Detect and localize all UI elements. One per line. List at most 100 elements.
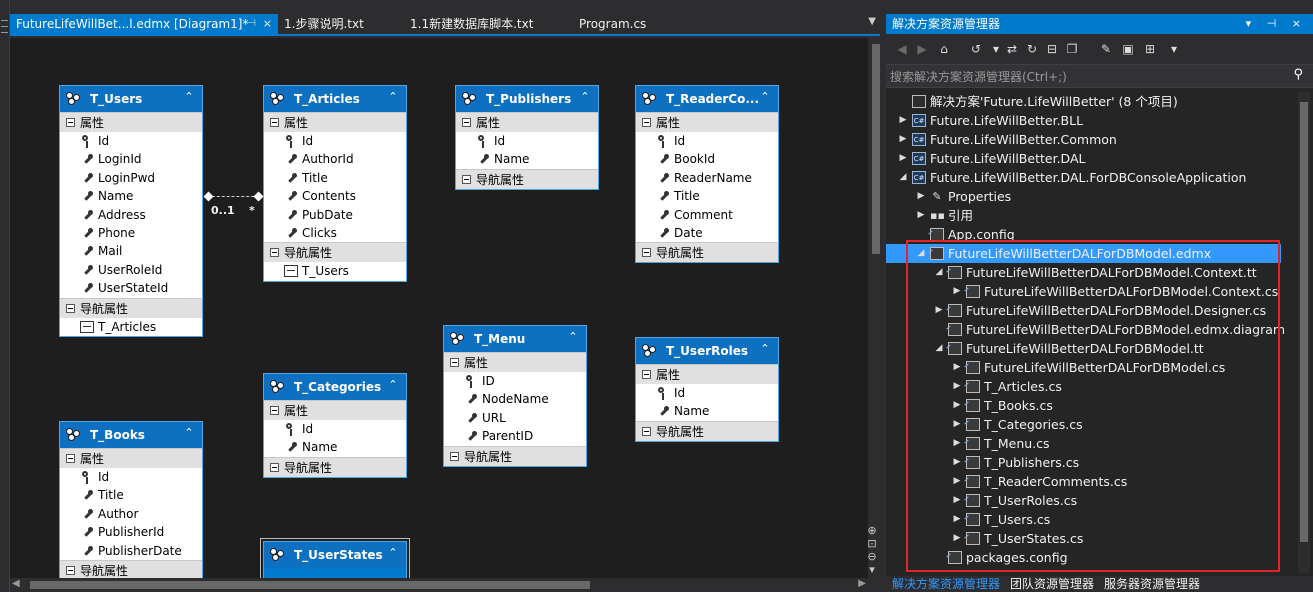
entity-header[interactable]: T_ReaderCo... ⌃	[636, 86, 778, 112]
tree-node[interactable]: ▶ T_Users.cs	[886, 510, 1281, 529]
properties-section[interactable]: 属性	[264, 400, 406, 420]
collapse-icon[interactable]: ⌃	[578, 90, 592, 104]
scroll-thumb[interactable]	[872, 44, 880, 254]
property-row[interactable]: Title	[60, 486, 202, 504]
association-end-right[interactable]	[253, 191, 264, 202]
tab-edmx-diagram[interactable]: FutureLifeWillBet...l.edmx [Diagram1]* ⊣…	[10, 14, 278, 34]
entity-t-menu[interactable]: T_Menu ⌃ 属性 ID NodeName URL ParentID 导航属性	[443, 325, 587, 467]
search-icon[interactable]: ⚲	[1293, 67, 1303, 82]
class-diagram-icon[interactable]: ⊞	[1142, 41, 1158, 57]
expander-icon[interactable]: ▶	[952, 434, 962, 453]
entity-header[interactable]: T_Categories ⌃	[264, 374, 406, 400]
association-end-left[interactable]	[203, 191, 214, 202]
entity-header[interactable]: T_UserStates ⌃	[264, 542, 406, 568]
property-row[interactable]: PubDate	[264, 206, 406, 224]
expander-icon[interactable]: ▶	[952, 529, 962, 548]
collapse-icon[interactable]: ⌃	[386, 378, 400, 392]
property-row[interactable]: LoginId	[60, 150, 202, 168]
tree-node[interactable]: ▶ FutureLifeWillBetterDALForDBModel.Desig…	[886, 301, 1281, 320]
tree-node[interactable]: ◢ FutureLifeWillBetterDALForDBModel.edmx	[886, 244, 1281, 263]
property-row[interactable]: UserStateId	[60, 279, 202, 297]
section-toggle-icon[interactable]	[642, 370, 651, 379]
tree-node[interactable]: ▶ T_Articles.cs	[886, 377, 1281, 396]
properties-section[interactable]: 属性	[60, 448, 202, 468]
entity-t-publishers[interactable]: T_Publishers ⌃ 属性 Id Name 导航属性	[455, 85, 599, 190]
expander-icon[interactable]: ▶	[916, 187, 926, 206]
expander-icon[interactable]: ▶	[952, 491, 962, 510]
property-row[interactable]: Name	[456, 150, 598, 168]
pin-icon[interactable]: ⊣	[247, 14, 256, 34]
property-row[interactable]: ReaderName	[636, 169, 778, 187]
property-row[interactable]: Author	[60, 505, 202, 523]
property-row[interactable]: PublisherDate	[60, 542, 202, 560]
entity-header[interactable]: T_Articles ⌃	[264, 86, 406, 112]
zoom-in-icon[interactable]: ⊕	[864, 524, 880, 537]
navigation-section[interactable]: 导航属性	[264, 456, 406, 477]
tree-node[interactable]: ▶ C# Future.LifeWillBetter.BLL	[886, 111, 1281, 130]
solution-explorer-title-bar[interactable]: 解决方案资源管理器 ▾ ⊣ ×	[886, 14, 1313, 34]
tree-vertical-scrollbar[interactable]	[1298, 92, 1310, 574]
tree-node[interactable]: ▶ T_UserStates.cs	[886, 529, 1281, 548]
property-row[interactable]: Title	[264, 169, 406, 187]
close-icon[interactable]: ×	[263, 14, 272, 34]
tree-node[interactable]: ▶ T_Books.cs	[886, 396, 1281, 415]
tree-node[interactable]: packages.config	[886, 548, 1281, 567]
property-row[interactable]: Contents	[264, 187, 406, 205]
section-toggle-icon[interactable]	[642, 118, 651, 127]
designer-vertical-scrollbar[interactable]	[868, 38, 884, 578]
preview-icon[interactable]: ▣	[1120, 41, 1136, 57]
section-toggle-icon[interactable]	[462, 118, 471, 127]
expander-icon[interactable]: ▶	[952, 472, 962, 491]
section-toggle-icon[interactable]	[66, 303, 75, 313]
back-icon[interactable]: ◀	[894, 41, 910, 57]
property-row[interactable]: LoginPwd	[60, 169, 202, 187]
entity-t-users[interactable]: T_Users ⌃ 属性 Id LoginId LoginPwd Name Address Ph…	[59, 85, 203, 337]
section-toggle-icon[interactable]	[66, 118, 75, 127]
section-toggle-icon[interactable]	[450, 358, 459, 367]
property-row[interactable]: Title	[636, 187, 778, 205]
collapse-icon[interactable]: ⌃	[386, 546, 400, 560]
scroll-right-icon[interactable]: ▶	[858, 578, 866, 589]
navigation-section[interactable]: 导航属性	[456, 168, 598, 189]
expander-icon[interactable]: ▶	[952, 415, 962, 434]
entity-header[interactable]: T_Menu ⌃	[444, 326, 586, 352]
solution-search-box[interactable]: ⚲	[886, 64, 1313, 88]
tree-node[interactable]: ▶ ▪▪ 引用	[886, 206, 1281, 225]
tree-node[interactable]: ▶ T_ReaderComments.cs	[886, 472, 1281, 491]
property-row[interactable]: Clicks	[264, 224, 406, 242]
panel-window-controls[interactable]: ▾ ⊣ ×	[1246, 14, 1307, 34]
tree-node[interactable]: ▶ T_Publishers.cs	[886, 453, 1281, 472]
entity-t-userstates[interactable]: T_UserStates ⌃	[260, 538, 410, 578]
tab-overflow-icon[interactable]: ▼	[868, 16, 876, 27]
entity-header[interactable]: T_UserRoles ⌃	[636, 338, 778, 364]
properties-section[interactable]: 属性	[636, 364, 778, 384]
property-row[interactable]: AuthorId	[264, 150, 406, 168]
section-toggle-icon[interactable]	[642, 426, 651, 436]
scroll-thumb[interactable]	[1300, 102, 1308, 542]
property-row[interactable]: UserRoleId	[60, 261, 202, 279]
section-toggle-icon[interactable]	[66, 454, 75, 463]
section-toggle-icon[interactable]	[270, 248, 279, 258]
navigation-section[interactable]: 导航属性	[636, 420, 778, 441]
expander-icon[interactable]: ▶	[952, 282, 962, 301]
entity-header[interactable]: T_Users ⌃	[60, 86, 202, 112]
property-row[interactable]: Name	[60, 187, 202, 205]
expander-icon[interactable]: ▶	[952, 453, 962, 472]
properties-section[interactable]: 属性	[60, 112, 202, 132]
section-toggle-icon[interactable]	[462, 174, 471, 184]
navigation-section[interactable]: 导航属性	[60, 297, 202, 318]
property-row[interactable]: ParentID	[444, 427, 586, 445]
tree-node[interactable]: ▶ T_Categories.cs	[886, 415, 1281, 434]
show-all-files-icon[interactable]: ❐	[1064, 41, 1080, 57]
navigation-section[interactable]: 导航属性	[444, 445, 586, 466]
tab-program-cs[interactable]: Program.cs	[573, 14, 652, 34]
zoom-fit-icon[interactable]: ⊡	[864, 537, 880, 550]
dropdown-icon[interactable]: ▾	[988, 41, 1004, 57]
tab-server-explorer[interactable]: 服务器资源管理器	[1104, 576, 1200, 592]
properties-section[interactable]: 属性	[456, 112, 598, 132]
key-property-row[interactable]: Id	[264, 420, 406, 438]
search-input[interactable]	[890, 67, 1280, 86]
tree-node[interactable]: ▶ ✎ Properties	[886, 187, 1281, 206]
key-property-row[interactable]: ID	[444, 372, 586, 390]
navigation-section[interactable]: 导航属性	[60, 559, 202, 578]
